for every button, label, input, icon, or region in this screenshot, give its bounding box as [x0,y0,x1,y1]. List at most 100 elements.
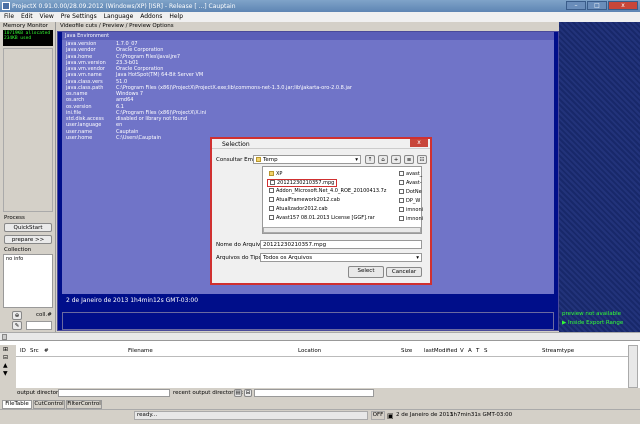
status-disk-icon: ▣ [387,412,394,420]
col-v[interactable]: V [460,348,464,356]
collection-box[interactable]: no info [3,254,53,308]
table-scrollbar[interactable] [628,345,638,388]
folder-icon [269,171,274,176]
preview-not-available: preview not available [562,311,622,317]
add-file-icon[interactable]: ⊞ [3,346,13,353]
prepare-button[interactable]: prepare >> [4,235,52,244]
tab-filetable[interactable]: FileTable [2,400,32,409]
filetype-label: Arquivos do Tipo: [216,255,264,261]
dialog-title: Selection [212,139,430,149]
dialog-close-button[interactable]: x [410,139,428,147]
collection-info: no info [6,256,24,262]
col-location[interactable]: Location [298,348,321,356]
preview-date: 2 de Janeiro de 2013 1h4min12s GMT-03:00 [62,294,554,306]
file-list[interactable]: XP 20121230210357.mpg Addon_Microsoft.Ne… [262,166,423,234]
col-s[interactable]: S [484,348,488,356]
list-view-icon[interactable]: ≡ [404,155,414,164]
recent-directories-select[interactable] [254,389,374,397]
menu-language[interactable]: Language [104,12,134,22]
menu-presettings[interactable]: Pre Settings [61,12,97,22]
position-slider[interactable] [0,332,640,340]
quickstart-button[interactable]: QuickStart [4,223,52,232]
maximize-button[interactable]: □ [587,1,607,10]
details-view-icon[interactable]: ☷ [417,155,427,164]
status-date: 2 de Janeiro de 2013 [396,412,454,418]
collection-edit-icon[interactable]: ✎ [12,321,22,330]
home-icon[interactable]: ⌂ [378,155,388,164]
select-button[interactable]: Select [348,266,384,278]
col-number[interactable]: # [44,348,49,356]
tab-videofile-cuts[interactable]: Videofile cuts / Preview / Preview Optio… [57,23,174,29]
col-streamtype[interactable]: Streamtype [542,348,574,356]
filename-input[interactable]: 20121230210357.mpg [260,240,422,249]
file-item[interactable]: Avast- [399,180,422,186]
move-up-icon[interactable]: ▲ [3,362,13,369]
file-icon [269,206,274,211]
status-off: OFF [371,411,385,420]
move-down-icon[interactable]: ▼ [3,370,13,377]
file-item[interactable]: imnoni [399,216,423,222]
look-in-select[interactable]: Temp ▾ [253,155,361,164]
file-icon [269,188,274,193]
file-item[interactable]: DotNe [399,189,422,195]
output-directory-field[interactable] [58,389,170,397]
filetype-value: Todos os Arquivos [263,255,313,261]
col-src[interactable]: Src [30,348,39,356]
menu-view[interactable]: View [40,12,54,22]
menu-file[interactable]: File [4,12,14,22]
java-property-value: C:\Users\Cauptain [116,134,162,141]
inside-export-range: ▶ Inside Export Range [562,320,623,326]
right-panel [559,22,640,332]
col-filename[interactable]: Filename [128,348,153,356]
close-button[interactable]: x [608,1,638,10]
java-property-value: disabled or library not found [116,116,188,122]
collection-add-icon[interactable]: ⊕ [12,311,22,320]
memory-used: 234KB used [4,36,32,41]
cancel-button[interactable]: Cancelar [386,267,422,277]
menu-edit[interactable]: Edit [21,12,33,22]
file-item[interactable]: DP_W [399,198,420,204]
file-icon [399,198,404,203]
col-id[interactable]: ID [20,348,26,356]
folder-icon [256,157,261,162]
tab-filtercontrol[interactable]: FilterControl [66,400,102,409]
recent-output-label: recent output directories: [173,390,244,396]
chevron-down-icon: ▾ [355,157,358,163]
status-time: 1h7min31s GMT-03:00 [450,412,513,418]
file-list-scrollbar[interactable] [263,227,421,233]
preview-timeline[interactable] [62,312,554,330]
collection-number-select[interactable] [26,321,52,330]
java-property-key: user.home [66,134,93,141]
file-item[interactable]: XP [269,171,282,177]
file-item[interactable]: Addon_Microsoft.Net_4.0_ROE_20100413.7z [269,188,386,194]
app-icon [2,2,10,10]
file-icon [270,180,275,185]
remove-file-icon[interactable]: ⊟ [3,354,13,361]
col-lastmodified[interactable]: lastModified [424,348,457,356]
file-item-selected[interactable]: 20121230210357.mpg [267,179,338,187]
file-item[interactable]: Avast157 08.01.2013 License [GGF].rar [269,215,375,221]
col-t[interactable]: T [476,348,479,356]
inside-export-label: Inside Export Range [567,320,624,326]
look-in-label: Consultar Em: [216,157,255,163]
new-folder-icon[interactable]: + [391,155,401,164]
file-item[interactable]: avast_ [399,171,422,177]
filetype-select[interactable]: Todos os Arquivos ▾ [260,253,422,262]
coll-number-label: coll.# [36,312,52,318]
remove-dir-icon[interactable]: ⊟ [244,389,252,397]
folder-icon[interactable]: ▤ [234,389,242,397]
file-item[interactable]: AtualFramework2012.cab [269,197,340,203]
menu-help[interactable]: Help [169,12,183,22]
up-folder-icon[interactable]: ↑ [365,155,375,164]
file-icon [399,207,404,212]
minimize-button[interactable]: – [566,1,586,10]
look-in-value: Temp [263,157,278,163]
chevron-down-icon: ▾ [416,255,419,261]
tab-cutcontrol[interactable]: CutControl [33,400,65,409]
file-item[interactable]: Atualizador2012.cab [269,206,328,212]
col-a[interactable]: A [468,348,472,356]
title-bar: ProjectX 0.91.0.00/28.09.2012 (Windows/X… [0,0,640,12]
file-item[interactable]: imnoni [399,207,423,213]
menu-addons[interactable]: Addons [140,12,162,22]
col-size[interactable]: Size [401,348,412,356]
